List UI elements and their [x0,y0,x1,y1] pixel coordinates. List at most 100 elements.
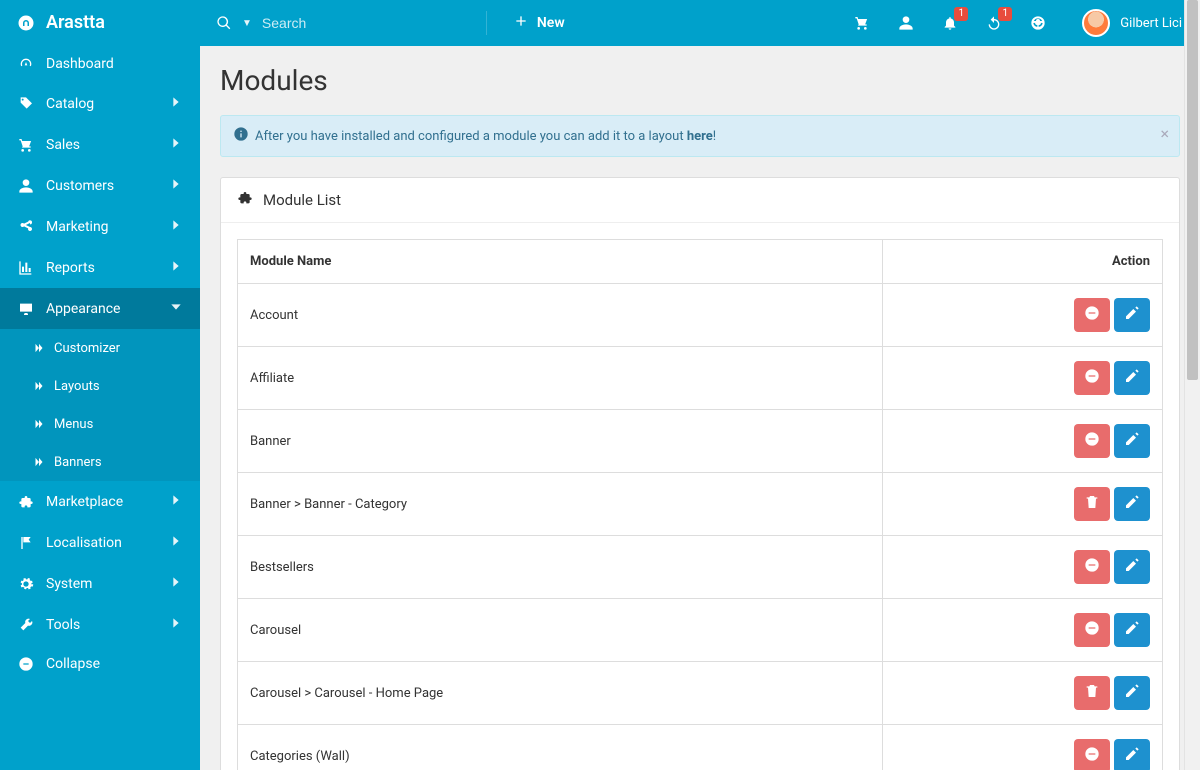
share-icon [16,219,36,235]
minus-circle-icon [1084,431,1100,451]
brand[interactable]: Arastta [0,0,200,45]
gear-icon [16,576,36,592]
chevron-icon [168,299,184,318]
cart-icon[interactable] [854,15,870,31]
wrench-icon [16,617,36,633]
module-name-cell: Banner > Banner - Category [238,473,883,536]
sidebar-item-label: Marketing [46,219,168,235]
minus-circle-icon [1084,368,1100,388]
info-alert: After you have installed and configured … [220,115,1180,157]
sidebar-item-marketplace[interactable]: Marketplace [0,481,200,522]
chevron-icon [168,94,184,113]
help-icon[interactable] [1030,15,1046,31]
edit-button[interactable] [1114,424,1150,458]
uninstall-button[interactable] [1074,361,1110,395]
flag-icon [16,535,36,551]
pencil-icon [1124,746,1140,766]
sidebar-subitem-banners[interactable]: Banners [0,443,200,481]
pencil-icon [1124,431,1140,451]
chevron-icon [168,615,184,634]
alert-link[interactable]: here [687,129,713,144]
cart-icon [16,137,36,153]
notifications-icon[interactable]: 1 [942,15,958,31]
pencil-icon [1124,620,1140,640]
content: Modules After you have installed and con… [200,46,1200,770]
avatar [1082,9,1110,37]
sidebar-item-localisation[interactable]: Localisation [0,522,200,563]
alert-suffix: ! [713,129,716,144]
user-menu[interactable]: Gilbert Lici [1064,9,1200,37]
sidebar-item-label: Reports [46,260,168,276]
uninstall-button[interactable] [1074,550,1110,584]
close-icon[interactable]: × [1160,124,1169,143]
sidebar-item-system[interactable]: System [0,563,200,604]
sidebar-item-appearance[interactable]: Appearance [0,288,200,329]
minus-circle-icon [1084,746,1100,766]
sidebar-item-customers[interactable]: Customers [0,165,200,206]
edit-button[interactable] [1114,739,1150,770]
brand-logo-icon [16,13,36,33]
module-table: Module Name Action AccountAffiliateBanne… [237,239,1163,770]
uninstall-button[interactable] [1074,424,1110,458]
sidebar-item-collapse[interactable]: Collapse [0,645,200,683]
puzzle-icon [237,190,253,210]
desktop-icon [16,301,36,317]
sidebar-item-tools[interactable]: Tools [0,604,200,645]
sidebar-item-reports[interactable]: Reports [0,247,200,288]
module-name-cell: Banner [238,410,883,473]
module-name-cell: Carousel [238,599,883,662]
edit-button[interactable] [1114,550,1150,584]
minus-circle-icon [1084,557,1100,577]
sidebar-item-marketing[interactable]: Marketing [0,206,200,247]
sidebar-item-sales[interactable]: Sales [0,124,200,165]
pencil-icon [1124,305,1140,325]
sidebar-item-label: Appearance [46,301,168,317]
sidebar-subitem-customizer[interactable]: Customizer [0,329,200,367]
sidebar-subitem-label: Menus [54,417,184,432]
uninstall-button[interactable] [1074,739,1110,770]
plus-icon [513,13,529,33]
sidebar-item-label: Localisation [46,535,168,551]
edit-button[interactable] [1114,298,1150,332]
pencil-icon [1124,683,1140,703]
module-list-panel: Module List Module Name Action AccountAf… [220,177,1180,770]
page-title: Modules [220,64,1180,97]
table-row: Carousel > Carousel - Home Page [238,662,1163,725]
new-button[interactable]: New [495,0,583,46]
uninstall-button[interactable] [1074,613,1110,647]
delete-button[interactable] [1074,676,1110,710]
scrollbar[interactable] [1184,0,1200,770]
new-button-label: New [537,15,565,31]
sidebar-subitem-menus[interactable]: Menus [0,405,200,443]
chart-icon [16,260,36,276]
chevron-icon [168,135,184,154]
user-icon[interactable] [898,15,914,31]
collapse-icon [16,656,36,672]
search-input[interactable] [262,15,462,31]
delete-button[interactable] [1074,487,1110,521]
table-row: Banner > Banner - Category [238,473,1163,536]
edit-button[interactable] [1114,361,1150,395]
trash-icon [1084,494,1100,514]
search-icon[interactable] [216,15,232,31]
sidebar-item-dashboard[interactable]: Dashboard [0,45,200,83]
panel-heading: Module List [221,178,1179,223]
uninstall-button[interactable] [1074,298,1110,332]
table-row: Banner [238,410,1163,473]
search-dropdown-icon[interactable]: ▼ [242,18,252,29]
edit-button[interactable] [1114,487,1150,521]
dashboard-icon [16,56,36,72]
chevron-icon [168,492,184,511]
divider [486,11,487,35]
sidebar-item-catalog[interactable]: Catalog [0,83,200,124]
updates-icon[interactable]: 1 [986,15,1002,31]
chevron-icon [168,574,184,593]
table-row: Carousel [238,599,1163,662]
brand-name: Arastta [46,12,105,33]
table-row: Account [238,284,1163,347]
user-name: Gilbert Lici [1120,16,1182,31]
edit-button[interactable] [1114,676,1150,710]
edit-button[interactable] [1114,613,1150,647]
scrollbar-thumb[interactable] [1187,0,1198,380]
sidebar-subitem-layouts[interactable]: Layouts [0,367,200,405]
